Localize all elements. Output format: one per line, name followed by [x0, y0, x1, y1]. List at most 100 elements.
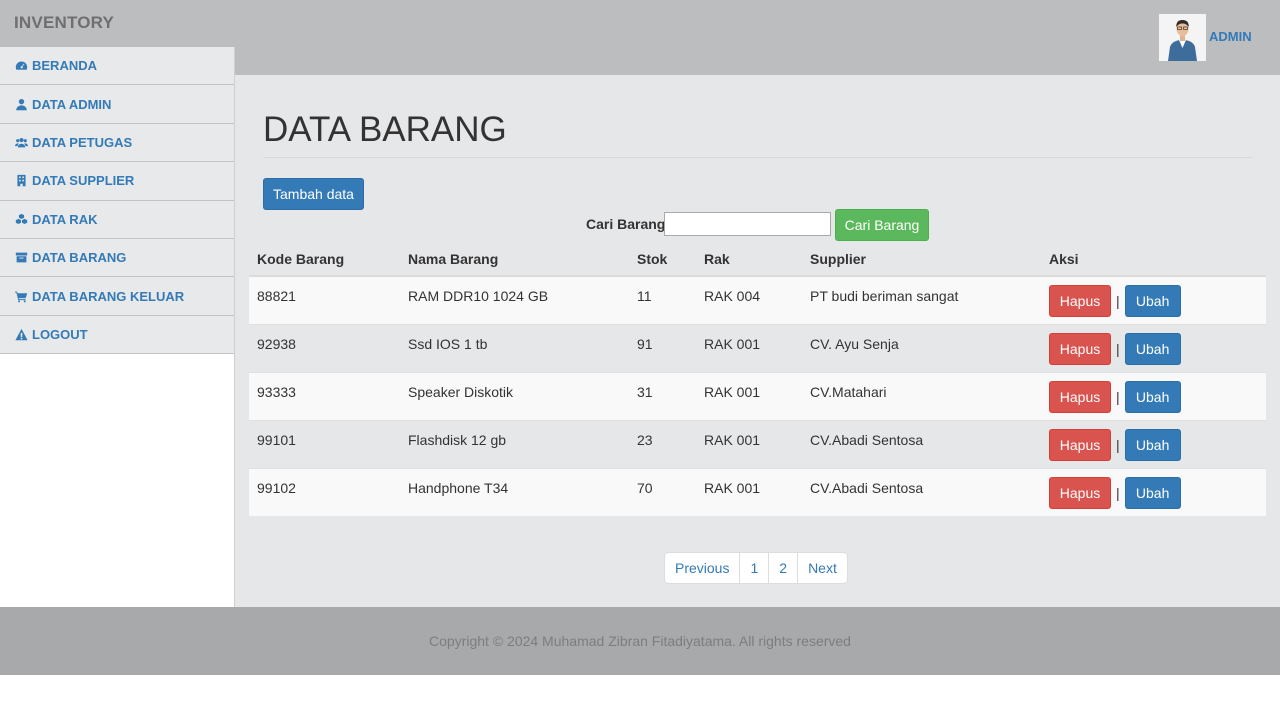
pagination-page-2[interactable]: 2	[769, 553, 799, 583]
sidebar-item-label: DATA SUPPLIER	[32, 173, 135, 189]
cell-nama: RAM DDR10 1024 GB	[400, 275, 629, 324]
pagination-next[interactable]: Next	[798, 553, 847, 583]
sidebar-item-data-supplier[interactable]: DATA SUPPLIER	[0, 162, 234, 201]
column-header-supplier: Supplier	[802, 243, 1041, 277]
sidebar-item-label: BERANDA	[32, 58, 97, 74]
table-row: 92938 Ssd IOS 1 tb 91 RAK 001 CV. Ayu Se…	[249, 323, 1266, 372]
cell-rak: RAK 001	[696, 419, 802, 468]
building-icon	[14, 174, 28, 188]
delete-button[interactable]: Hapus	[1049, 332, 1111, 365]
cell-supplier: CV.Abadi Sentosa	[802, 419, 1041, 468]
sidebar-item-label: DATA PETUGAS	[32, 134, 133, 150]
cubes-icon	[14, 212, 28, 226]
sidebar-item-data-barang[interactable]: DATA BARANG	[0, 238, 234, 278]
warning-icon	[14, 327, 28, 341]
sidebar-item-data-barang-keluar[interactable]: DATA BARANG KELUAR	[0, 277, 234, 316]
cell-nama: Ssd IOS 1 tb	[400, 323, 629, 372]
dashboard-icon	[14, 59, 28, 73]
items-table: Kode Barang Nama Barang Stok Rak Supplie…	[249, 243, 1266, 516]
delete-button[interactable]: Hapus	[1049, 380, 1111, 413]
cell-aksi: Hapus | Ubah	[1041, 275, 1266, 324]
action-separator: |	[1116, 484, 1120, 501]
pagination-previous[interactable]: Previous	[665, 553, 741, 583]
table-header-row: Kode Barang Nama Barang Stok Rak Supplie…	[249, 243, 1266, 277]
cell-supplier: CV.Abadi Sentosa	[802, 467, 1041, 516]
column-header-rak: Rak	[696, 243, 802, 277]
cell-aksi: Hapus | Ubah	[1041, 419, 1266, 468]
footer: Copyright © 2024 Muhamad Zibran Fitadiya…	[0, 607, 1280, 675]
edit-button[interactable]: Ubah	[1124, 380, 1181, 413]
sidebar: BERANDA DATA ADMIN DATA PETUGAS DATA SUP…	[0, 47, 235, 607]
sidebar-item-label: DATA ADMIN	[32, 96, 112, 112]
sidebar-item-label: DATA BARANG	[32, 250, 127, 266]
action-separator: |	[1116, 340, 1120, 357]
column-header-aksi: Aksi	[1041, 243, 1266, 277]
sidebar-item-data-petugas[interactable]: DATA PETUGAS	[0, 123, 234, 163]
copyright-text: Copyright © 2024 Muhamad Zibran Fitadiya…	[429, 633, 851, 649]
cell-rak: RAK 001	[696, 323, 802, 372]
title-divider	[263, 157, 1253, 158]
cell-stok: 91	[629, 323, 696, 372]
cart-icon	[14, 289, 28, 303]
delete-button[interactable]: Hapus	[1049, 428, 1111, 461]
cell-supplier: CV. Ayu Senja	[802, 323, 1041, 372]
brand-title[interactable]: INVENTORY	[14, 13, 114, 33]
avatar-person-icon	[1159, 14, 1206, 61]
column-header-stok: Stok	[629, 243, 696, 277]
cell-supplier: CV.Matahari	[802, 371, 1041, 420]
edit-button[interactable]: Ubah	[1124, 285, 1181, 317]
action-separator: |	[1116, 388, 1120, 405]
action-separator: |	[1116, 436, 1120, 453]
admin-user-link[interactable]: ADMIN	[1209, 29, 1252, 44]
table-row: 99101 Flashdisk 12 gb 23 RAK 001 CV.Abad…	[249, 419, 1266, 468]
cell-stok: 31	[629, 371, 696, 420]
table-row: 99102 Handphone T34 70 RAK 001 CV.Abadi …	[249, 467, 1266, 516]
edit-button[interactable]: Ubah	[1124, 428, 1181, 461]
cell-supplier: PT budi beriman sangat	[802, 275, 1041, 324]
user-icon	[14, 97, 28, 111]
action-separator: |	[1116, 293, 1120, 309]
table-row: 93333 Speaker Diskotik 31 RAK 001 CV.Mat…	[249, 371, 1266, 420]
sidebar-item-label: LOGOUT	[32, 326, 88, 342]
cell-kode: 88821	[249, 275, 400, 324]
edit-button[interactable]: Ubah	[1124, 476, 1181, 509]
cell-rak: RAK 001	[696, 467, 802, 516]
pagination: Previous 1 2 Next	[664, 552, 848, 584]
sidebar-item-logout[interactable]: LOGOUT	[0, 315, 234, 355]
search-input[interactable]	[664, 212, 831, 236]
archive-icon	[14, 251, 28, 265]
table-row: 88821 RAM DDR10 1024 GB 11 RAK 004 PT bu…	[249, 275, 1266, 324]
search-button[interactable]: Cari Barang	[835, 209, 929, 241]
sidebar-item-label: DATA BARANG KELUAR	[32, 288, 185, 304]
delete-button[interactable]: Hapus	[1049, 476, 1111, 509]
cell-kode: 99101	[249, 419, 400, 468]
cell-nama: Speaker Diskotik	[400, 371, 629, 420]
cell-aksi: Hapus | Ubah	[1041, 467, 1266, 516]
sidebar-item-data-admin[interactable]: DATA ADMIN	[0, 85, 234, 124]
column-header-kode: Kode Barang	[249, 243, 400, 277]
sidebar-item-beranda[interactable]: BERANDA	[0, 47, 234, 86]
cell-aksi: Hapus | Ubah	[1041, 323, 1266, 372]
cell-stok: 70	[629, 467, 696, 516]
delete-button[interactable]: Hapus	[1049, 285, 1111, 317]
cell-kode: 92938	[249, 323, 400, 372]
sidebar-item-data-rak[interactable]: DATA RAK	[0, 200, 234, 239]
user-avatar[interactable]	[1159, 14, 1206, 61]
cell-rak: RAK 001	[696, 371, 802, 420]
pagination-page-1[interactable]: 1	[740, 553, 770, 583]
sidebar-item-label: DATA RAK	[32, 211, 98, 227]
cell-rak: RAK 004	[696, 275, 802, 324]
cell-stok: 23	[629, 419, 696, 468]
users-icon	[14, 135, 28, 149]
search-label: Cari Barang	[586, 216, 666, 232]
add-data-button[interactable]: Tambah data	[263, 178, 364, 210]
main-content: DATA BARANG Tambah data Cari Barang Cari…	[235, 75, 1280, 607]
cell-kode: 99102	[249, 467, 400, 516]
cell-nama: Handphone T34	[400, 467, 629, 516]
column-header-nama: Nama Barang	[400, 243, 629, 277]
cell-aksi: Hapus | Ubah	[1041, 371, 1266, 420]
page-title: DATA BARANG	[263, 110, 507, 149]
cell-stok: 11	[629, 275, 696, 324]
edit-button[interactable]: Ubah	[1124, 332, 1181, 365]
cell-nama: Flashdisk 12 gb	[400, 419, 629, 468]
